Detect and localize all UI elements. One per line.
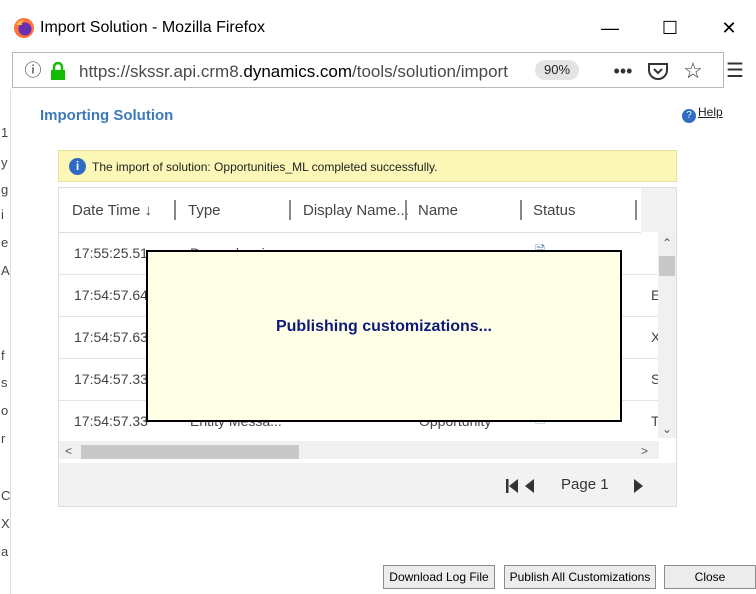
background-char: A: [1, 263, 10, 278]
close-window-button[interactable]: ✕: [709, 13, 749, 43]
hamburger-menu-icon[interactable]: ☰: [720, 58, 750, 84]
page-number: Page 1: [561, 476, 609, 493]
column-header-type[interactable]: Type: [188, 202, 221, 219]
cell-date-time: 17:54:57.63: [74, 329, 148, 345]
column-header-display-name[interactable]: Display Name...: [303, 202, 409, 219]
background-char: C: [1, 488, 11, 503]
cell-date-time: 17:54:57.33: [74, 371, 148, 387]
column-header-status[interactable]: Status: [533, 202, 576, 219]
vertical-scroll-thumb[interactable]: [659, 256, 675, 276]
info-icon: i: [69, 158, 86, 175]
window-titlebar: Import Solution - Mozilla Firefox — ☐ ✕: [0, 0, 756, 52]
lock-icon: [51, 62, 65, 80]
publishing-message: Publishing customizations...: [275, 318, 492, 335]
url-bar[interactable]: ⓘ https://skssr.api.crm8.dynamics.com/to…: [12, 52, 724, 88]
publishing-dialog: Publishing customizations...: [146, 250, 622, 422]
pager: Page 1: [59, 463, 676, 506]
column-resize-handle[interactable]: [289, 200, 291, 220]
column-resize-handle[interactable]: [174, 200, 176, 220]
background-char: 1: [1, 125, 9, 140]
column-resize-handle[interactable]: [635, 200, 637, 220]
scroll-right-arrow-icon[interactable]: >: [641, 444, 648, 458]
notice-text: The import of solution: Opportunities_ML…: [92, 160, 438, 174]
scroll-down-arrow-icon[interactable]: ⌄: [662, 422, 672, 436]
publish-all-customizations-button[interactable]: Publish All Customizations: [504, 565, 656, 589]
url-text[interactable]: https://skssr.api.crm8.dynamics.com/tool…: [79, 62, 521, 82]
background-char: e: [1, 235, 9, 250]
grid-header: Date Time ↓ Type Display Name... Name St…: [59, 188, 641, 233]
header-filler: [641, 188, 676, 232]
cell-date-time: 17:54:57.33: [74, 413, 148, 429]
column-resize-handle[interactable]: [405, 200, 407, 220]
column-header-name[interactable]: Name: [418, 202, 458, 219]
window-title: Import Solution - Mozilla Firefox: [40, 19, 265, 36]
background-char: g: [1, 182, 9, 197]
zoom-level[interactable]: 90%: [535, 60, 579, 80]
background-char: r: [1, 431, 6, 446]
background-char: f: [1, 348, 5, 363]
page-title: Importing Solution: [40, 107, 174, 124]
column-resize-handle[interactable]: [520, 200, 522, 220]
cell-date-time: 17:55:25.51: [74, 245, 148, 261]
background-char: a: [1, 544, 9, 559]
column-header-date-time[interactable]: Date Time ↓: [72, 202, 152, 219]
bookmark-star-icon[interactable]: ☆: [679, 57, 707, 85]
background-char: y: [1, 155, 8, 170]
help-link[interactable]: ? Help: [682, 105, 723, 123]
horizontal-scroll-thumb[interactable]: [81, 445, 299, 459]
help-icon: ?: [682, 109, 696, 123]
cell-date-time: 17:54:57.64: [74, 287, 148, 303]
background-char: s: [1, 375, 8, 390]
help-label[interactable]: Help: [698, 105, 723, 119]
minimize-button[interactable]: —: [590, 13, 630, 43]
download-log-file-button[interactable]: Download Log File: [383, 565, 495, 589]
maximize-button[interactable]: ☐: [650, 13, 690, 43]
background-char: o: [1, 403, 9, 418]
scroll-up-arrow-icon[interactable]: ⌃: [662, 236, 672, 250]
previous-page-icon[interactable]: [525, 479, 535, 493]
success-notice: i The import of solution: Opportunities_…: [58, 150, 677, 182]
pocket-icon[interactable]: [647, 61, 669, 81]
firefox-logo-icon: [14, 18, 34, 38]
background-char: i: [1, 207, 4, 222]
next-page-icon[interactable]: [633, 479, 643, 493]
close-button[interactable]: Close: [664, 565, 756, 589]
page-actions-icon[interactable]: •••: [609, 57, 637, 85]
info-icon[interactable]: ⓘ: [19, 57, 47, 85]
background-char: X: [1, 516, 10, 531]
first-page-icon[interactable]: [505, 479, 519, 493]
scroll-left-arrow-icon[interactable]: <: [65, 444, 72, 458]
